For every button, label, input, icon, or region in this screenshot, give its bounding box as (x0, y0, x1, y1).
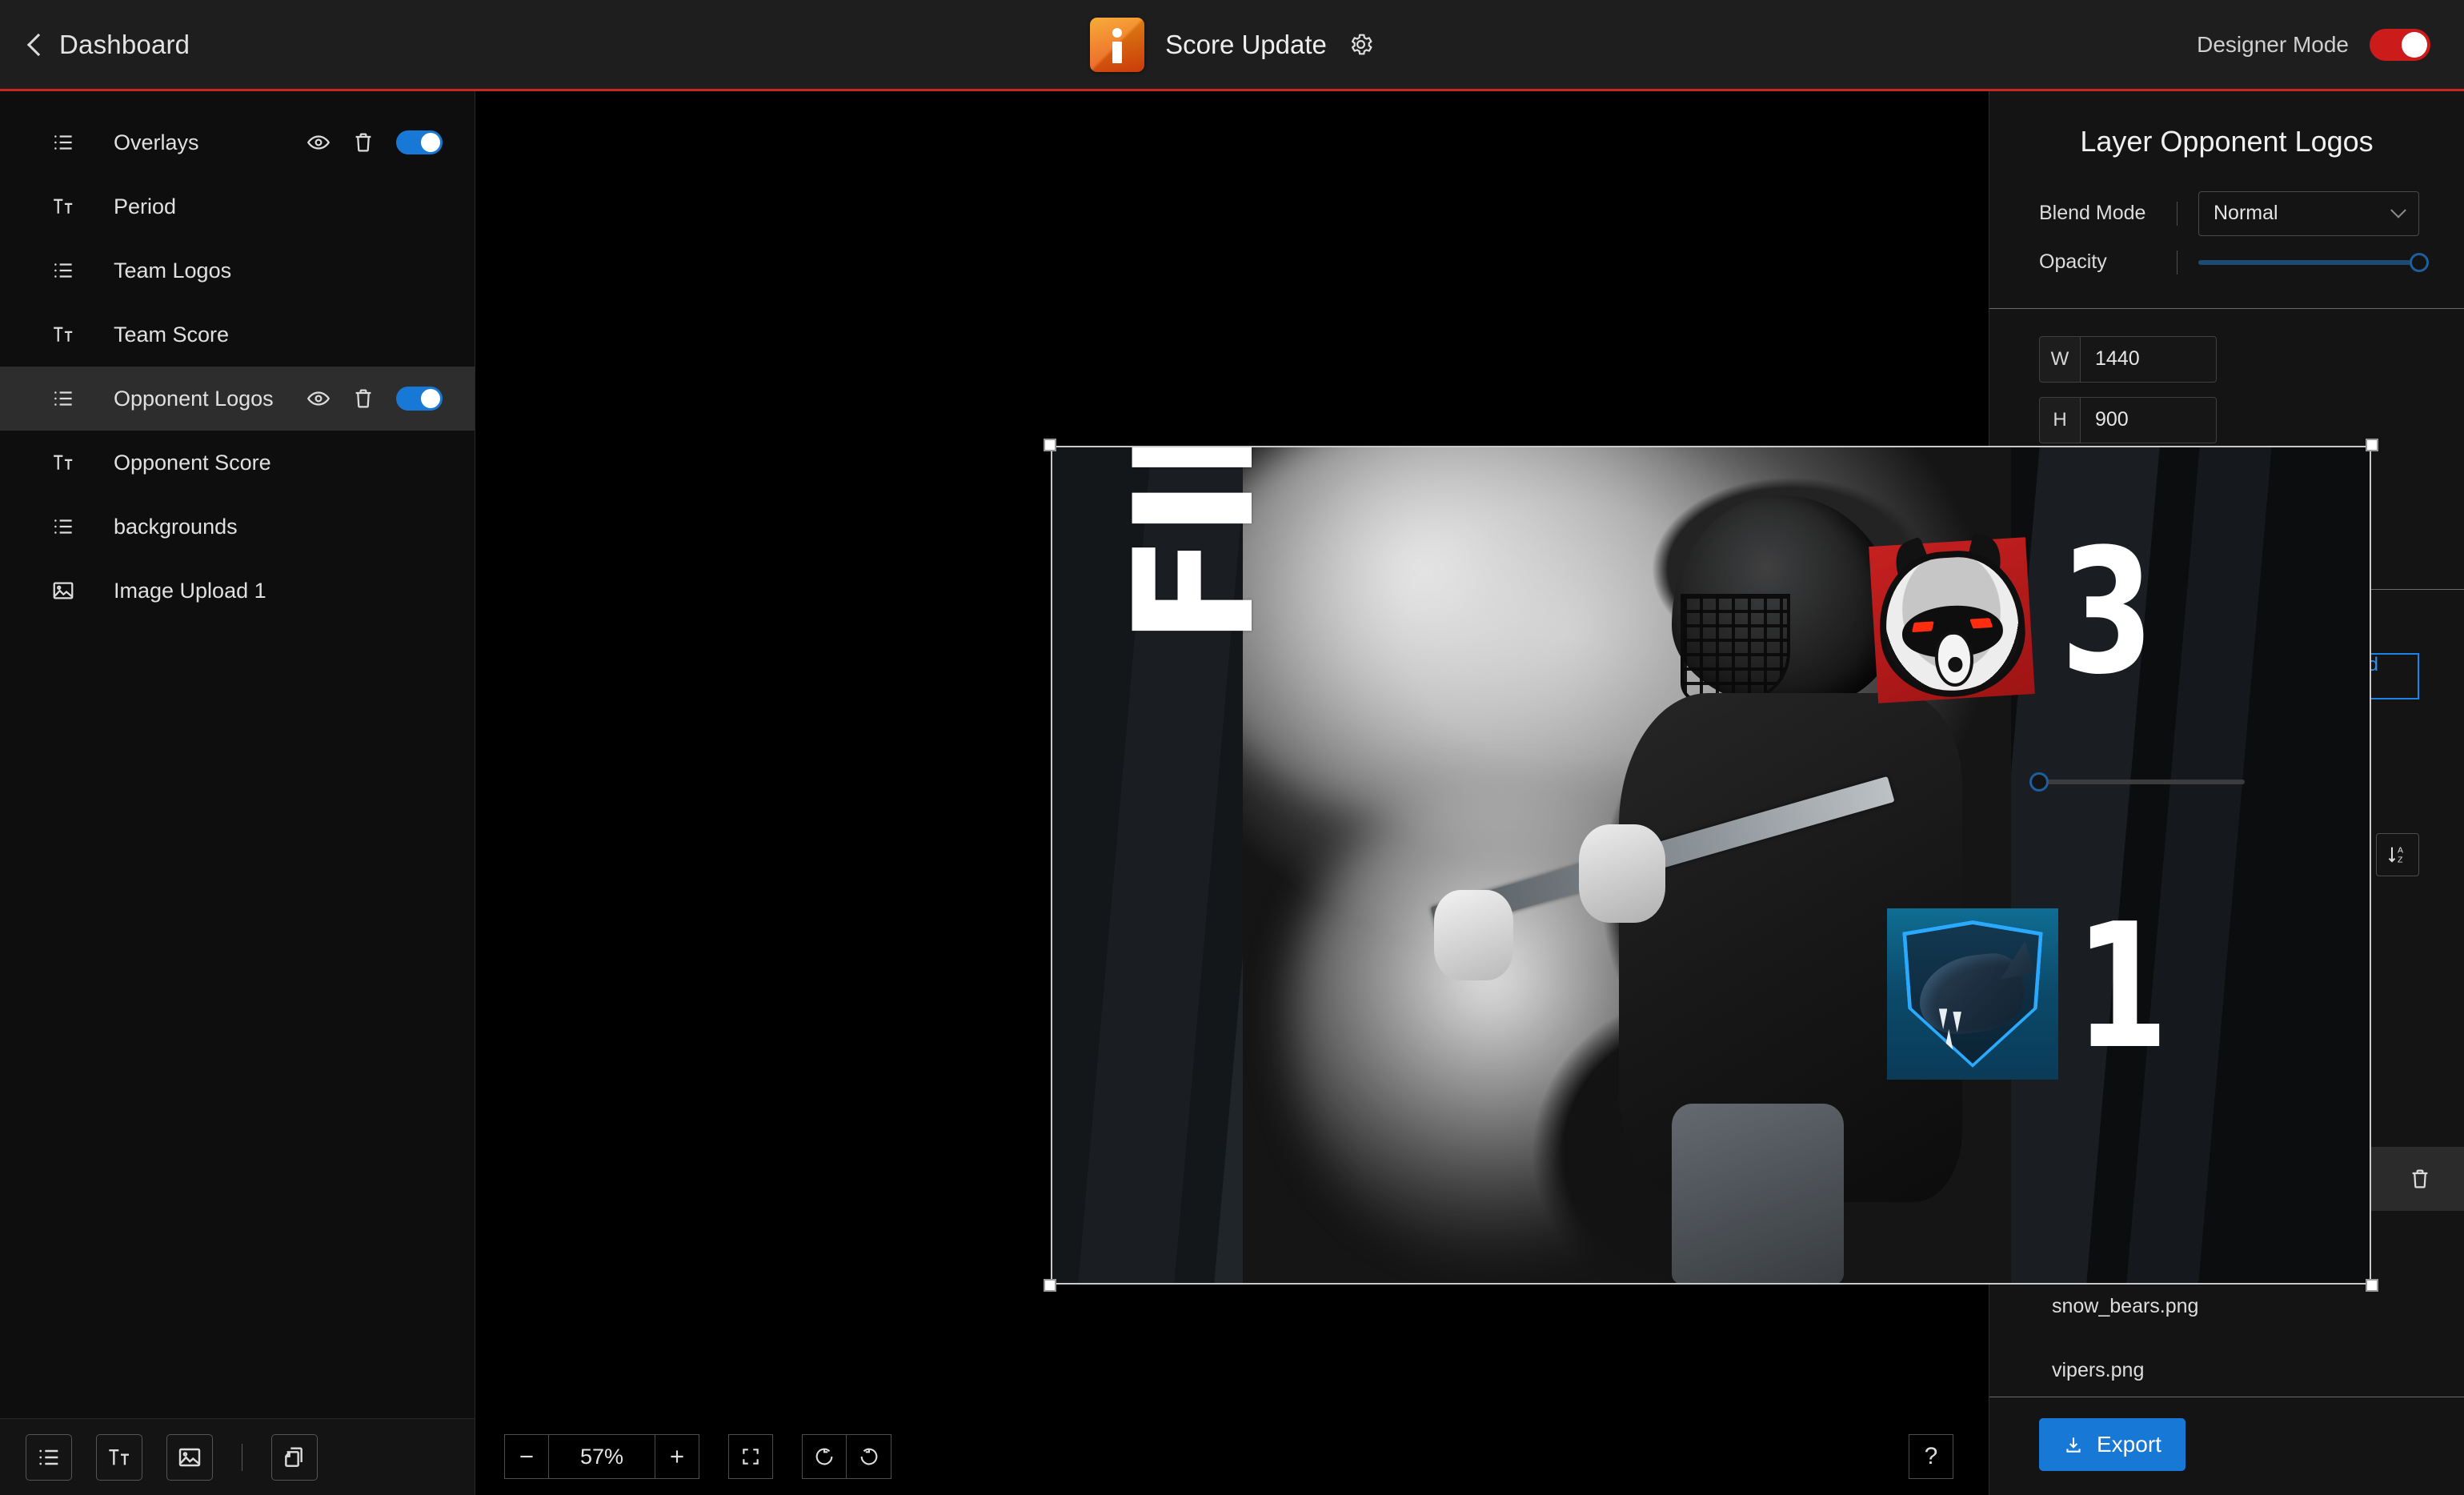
opponent-score-text: 3 (2061, 511, 2154, 712)
blend-mode-row: Blend Mode Normal (1989, 189, 2464, 238)
panther-shield-logo[interactable] (1887, 908, 2058, 1080)
opacity-row: Opacity (1989, 238, 2464, 287)
app-root: Dashboard Score Update Designer Mode Ove… (0, 0, 2464, 1495)
dimension-h-field: H 900 (2039, 396, 2217, 443)
layer-actions (306, 387, 443, 411)
rotate-right-icon[interactable] (847, 1434, 891, 1479)
canvas-bottom-toolbar: 57% ? (475, 1418, 1989, 1495)
sidebar-layer-opponent-logos[interactable]: Opponent Logos (0, 367, 475, 431)
dimension-value-input[interactable]: 1440 (2081, 335, 2217, 383)
dimension-key-label: W (2039, 335, 2081, 383)
designer-mode-label: Designer Mode (2197, 31, 2349, 57)
sidebar-toolbar (0, 1418, 475, 1495)
sidebar-layer-period[interactable]: Period (0, 174, 475, 238)
item-row[interactable]: vipers.png (1989, 1339, 2464, 1397)
page-title: Score Update (1165, 29, 1327, 59)
sidebar-layer-opponent-score[interactable]: Opponent Score (0, 431, 475, 495)
racoon-mascot-logo[interactable] (1869, 533, 2035, 703)
item-name: snow_bears.png (2052, 1295, 2199, 1317)
layer-label: backgrounds (114, 514, 238, 539)
gear-icon[interactable] (1348, 31, 1374, 58)
back-label: Dashboard (59, 29, 190, 59)
artboard[interactable]: FINAL (1051, 446, 2371, 1285)
blend-mode-value: Normal (2214, 202, 2278, 225)
layer-list: Overlays Period Team Logos Team Score Oppone… (0, 91, 475, 1418)
canvas-area: FINAL (475, 91, 2378, 1495)
svg-text:Z: Z (2398, 855, 2403, 864)
sidebar-layer-team-logos[interactable]: Team Logos (0, 238, 475, 303)
export-label: Export (2097, 1431, 2162, 1457)
layer-label: Image Upload 1 (114, 578, 266, 603)
rotate-slider[interactable] (2029, 768, 2419, 796)
designer-mode-toggle[interactable] (2370, 28, 2430, 61)
eye-icon[interactable] (306, 130, 331, 154)
item-name: vipers.png (2052, 1359, 2145, 1381)
header-left: Dashboard (0, 30, 448, 60)
text-icon (50, 449, 77, 476)
dimension-w-field: W 1440 (2039, 335, 2217, 383)
chevron-left-icon (26, 33, 50, 56)
divider (2177, 201, 2178, 226)
trash-icon[interactable] (351, 130, 375, 154)
fit-to-screen-button[interactable] (728, 1434, 773, 1479)
trash-icon[interactable] (351, 387, 375, 411)
layer-label: Team Score (114, 322, 230, 347)
final-overlay-text: FINAL (1100, 446, 1291, 646)
app-header: Dashboard Score Update Designer Mode (0, 0, 2464, 91)
image-icon (50, 577, 77, 604)
sort-alpha-icon[interactable]: A Z (2376, 832, 2419, 876)
text-icon (50, 321, 77, 348)
layer-actions (306, 130, 443, 154)
add-image-layer-button[interactable] (166, 1433, 213, 1481)
properties-panel-footer: Export (1989, 1396, 2464, 1495)
info-app-logo-icon (1090, 17, 1145, 72)
layer-visibility-toggle[interactable] (396, 130, 443, 154)
zoom-level-input[interactable]: 57% (549, 1434, 655, 1479)
layer-label: Team Logos (114, 258, 232, 283)
layers-sidebar: Overlays Period Team Logos Team Score Oppone… (0, 91, 475, 1495)
text-icon (50, 193, 77, 220)
blend-mode-select[interactable]: Normal (2198, 190, 2419, 236)
sidebar-layer-backgrounds[interactable]: backgrounds (0, 495, 475, 559)
layer-label: Overlays (114, 130, 199, 154)
rotate-controls (802, 1434, 891, 1479)
list-icon (50, 385, 77, 412)
list-icon (50, 513, 77, 540)
sidebar-layer-overlays[interactable]: Overlays (0, 110, 475, 174)
blend-mode-label: Blend Mode (2039, 202, 2146, 225)
sidebar-layer-image-upload-1[interactable]: Image Upload 1 (0, 559, 475, 623)
svg-text:A: A (2398, 845, 2403, 855)
trash-icon[interactable] (2408, 1167, 2432, 1191)
layer-label: Period (114, 194, 177, 218)
back-to-dashboard-button[interactable]: Dashboard (26, 29, 190, 60)
list-icon (50, 257, 77, 284)
sidebar-layer-team-score[interactable]: Team Score (0, 303, 475, 367)
rotate-left-icon[interactable] (802, 1434, 847, 1479)
add-text-layer-button[interactable] (96, 1433, 142, 1481)
header-right: Designer Mode (2197, 28, 2464, 61)
main-body: Overlays Period Team Logos Team Score Oppone… (0, 91, 2464, 1495)
zoom-out-button[interactable] (504, 1434, 549, 1479)
properties-panel-title: Layer Opponent Logos (2080, 125, 2374, 158)
zoom-in-button[interactable] (655, 1434, 699, 1479)
layer-visibility-toggle[interactable] (396, 387, 443, 411)
list-icon (50, 129, 77, 156)
divider (2177, 250, 2178, 275)
export-button[interactable]: Export (2039, 1417, 2186, 1471)
download-icon (2066, 1437, 2081, 1453)
question-mark-icon[interactable]: ? (1909, 1434, 1953, 1479)
opacity-slider[interactable] (2198, 248, 2429, 277)
canvas-stage[interactable]: FINAL (475, 91, 2378, 1418)
dimension-key-label: H (2039, 396, 2081, 443)
opacity-label: Opacity (2039, 251, 2107, 274)
duplicate-button[interactable] (271, 1433, 318, 1481)
team-score-text: 1 (2075, 886, 2169, 1087)
eye-icon[interactable] (306, 387, 331, 411)
dimension-value-input[interactable]: 900 (2081, 396, 2217, 443)
layer-label: Opponent Score (114, 450, 271, 475)
layer-label: Opponent Logos (114, 386, 274, 411)
add-list-layer-button[interactable] (26, 1433, 72, 1481)
chevron-down-icon (2390, 202, 2406, 218)
zoom-controls: 57% (504, 1434, 699, 1479)
